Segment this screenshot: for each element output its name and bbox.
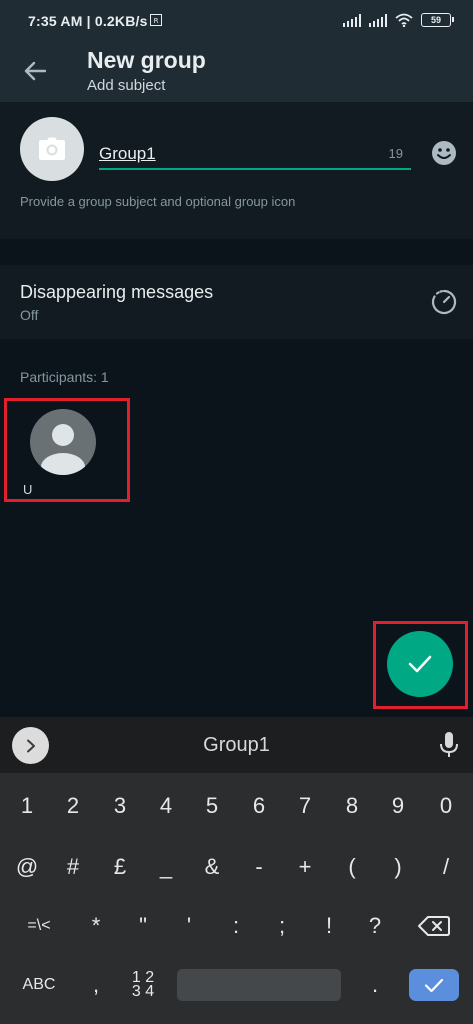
- disappearing-messages-row[interactable]: Disappearing messages Off: [0, 265, 473, 339]
- emoji-icon[interactable]: [431, 140, 457, 166]
- key-5[interactable]: 5: [189, 784, 235, 828]
- battery-icon: 59: [421, 13, 454, 27]
- default-avatar-icon: [41, 424, 85, 475]
- backspace-key[interactable]: [411, 904, 457, 948]
- page-title: New group: [87, 47, 206, 73]
- app-bar: New group Add subject: [0, 40, 473, 102]
- space-key[interactable]: [177, 969, 341, 1001]
- back-button[interactable]: [18, 54, 52, 88]
- voice-over-lte-icon: R: [150, 14, 162, 26]
- key-2[interactable]: 2: [50, 784, 96, 828]
- svg-text:R: R: [154, 17, 159, 25]
- subject-hint: Provide a group subject and optional gro…: [20, 194, 296, 209]
- key-question[interactable]: ?: [352, 904, 398, 948]
- suggestion-bar: Group1: [0, 717, 473, 773]
- key-1[interactable]: 1: [4, 784, 50, 828]
- microphone-icon[interactable]: [437, 731, 461, 759]
- battery-level: 59: [430, 15, 441, 25]
- key-9[interactable]: 9: [375, 784, 421, 828]
- key-3[interactable]: 3: [97, 784, 143, 828]
- number-row: 1 2 3 4 5 6 7 8 9 0: [0, 784, 473, 828]
- check-icon: [424, 978, 444, 992]
- group-icon-button[interactable]: [20, 117, 84, 181]
- key-0[interactable]: 0: [423, 784, 469, 828]
- camera-icon: [39, 137, 65, 160]
- key-period[interactable]: .: [352, 969, 398, 1001]
- symbol-row-1: @ # £ _ & - + ( ) /: [0, 845, 473, 889]
- confirm-highlight: [373, 621, 468, 709]
- page-subtitle: Add subject: [87, 77, 166, 94]
- arrow-back-icon: [24, 61, 46, 81]
- avatar: [30, 409, 96, 475]
- disappearing-messages-value: Off: [20, 307, 39, 323]
- key-4[interactable]: 4: [143, 784, 189, 828]
- key-at[interactable]: @: [4, 845, 50, 889]
- key-more-symbols[interactable]: =\<: [14, 904, 64, 948]
- key-underscore[interactable]: _: [143, 845, 189, 889]
- key-open-paren[interactable]: (: [329, 845, 375, 889]
- key-hash[interactable]: #: [50, 845, 96, 889]
- status-icons: 59: [343, 13, 454, 27]
- key-close-paren[interactable]: ): [375, 845, 421, 889]
- key-numpad[interactable]: 1 2 3 4: [120, 969, 166, 1001]
- symbol-row-2: =\< * " ' : ; ! ?: [0, 904, 473, 948]
- key-comma[interactable]: ,: [73, 969, 119, 1001]
- key-minus[interactable]: -: [236, 845, 282, 889]
- key-exclamation[interactable]: !: [306, 904, 352, 948]
- keyboard: Group1 1 2 3 4 5 6 7 8 9 0 @ # £ _ & - +…: [0, 717, 473, 1024]
- key-6[interactable]: 6: [236, 784, 282, 828]
- signal-icon: [369, 13, 387, 27]
- wifi-icon: [395, 13, 413, 27]
- group-subject-text: Group1: [99, 144, 156, 163]
- participant-item[interactable]: U: [4, 398, 130, 502]
- status-bar: 7:35 AM | 0.2KB/s R 59: [0, 0, 473, 40]
- group-subject-input[interactable]: Group1 19: [99, 142, 411, 170]
- key-plus[interactable]: +: [282, 845, 328, 889]
- bottom-row: ABC , 1 2 3 4 .: [0, 969, 473, 1013]
- key-8[interactable]: 8: [329, 784, 375, 828]
- key-7[interactable]: 7: [282, 784, 328, 828]
- signal-icon: [343, 13, 361, 27]
- disappearing-messages-title: Disappearing messages: [20, 282, 214, 302]
- enter-key[interactable]: [409, 969, 459, 1001]
- key-pound[interactable]: £: [97, 845, 143, 889]
- key-double-quote[interactable]: ": [120, 904, 166, 948]
- timer-icon: [431, 289, 457, 315]
- key-semicolon[interactable]: ;: [259, 904, 305, 948]
- key-colon[interactable]: :: [213, 904, 259, 948]
- key-ampersand[interactable]: &: [189, 845, 235, 889]
- backspace-icon: [418, 916, 450, 936]
- status-time: 7:35 AM | 0.2KB/s: [28, 13, 148, 29]
- participants-label: Participants: 1: [20, 369, 109, 385]
- create-group-button[interactable]: [387, 631, 453, 697]
- group-subject-section: Group1 19 Provide a group subject and op…: [0, 102, 473, 239]
- char-counter: 19: [388, 146, 403, 161]
- check-icon: [408, 655, 432, 673]
- participant-name: U: [23, 482, 33, 497]
- key-single-quote[interactable]: ': [166, 904, 212, 948]
- key-abc[interactable]: ABC: [14, 969, 64, 1001]
- suggestion-word[interactable]: Group1: [0, 734, 473, 757]
- key-slash[interactable]: /: [423, 845, 469, 889]
- key-asterisk[interactable]: *: [73, 904, 119, 948]
